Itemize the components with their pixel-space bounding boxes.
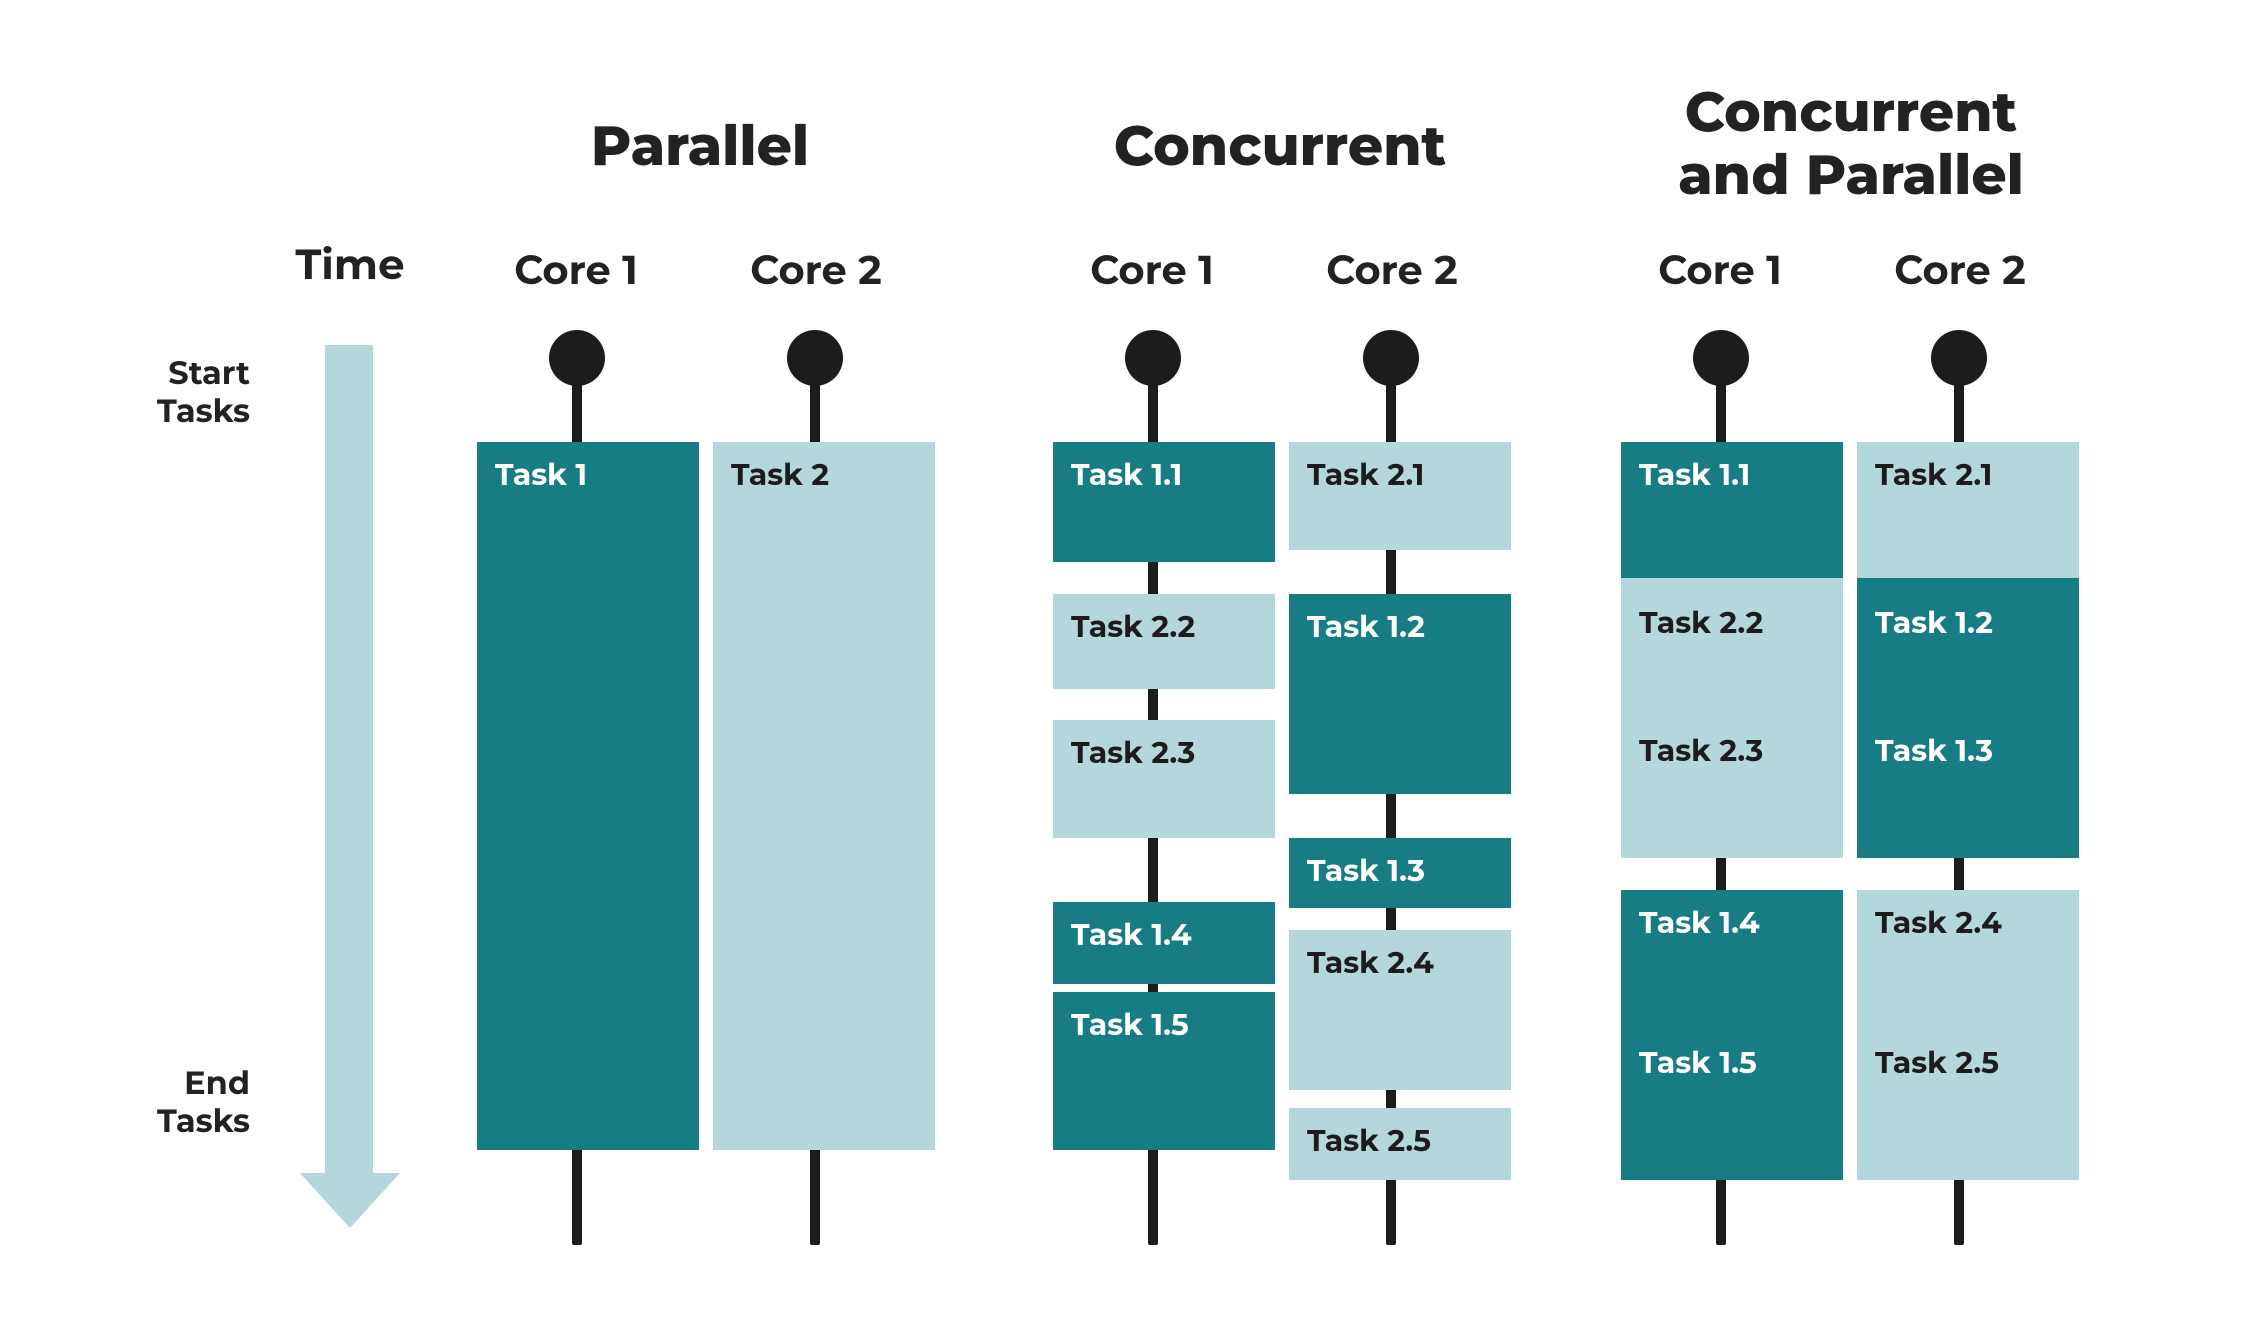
task-block: Task 2.1 [1289,442,1511,550]
timeline-dot-icon [787,330,843,386]
task-block: Task 2.5 [1289,1108,1511,1180]
timeline-dot-icon [1363,330,1419,386]
core-label: Core 2 [1870,246,2050,295]
task-block: Task 1.5 [1053,992,1275,1150]
task-block: Task 1 [477,442,699,1150]
task-block: Task 2.2 [1621,578,1843,718]
task-block: Task 1.1 [1053,442,1275,562]
timeline-dot-icon [1693,330,1749,386]
section-title-parallel: Parallel [500,112,900,179]
task-block: Task 1.4 [1621,890,1843,1030]
timeline-dot-icon [1125,330,1181,386]
time-arrow-head-icon [300,1173,400,1228]
task-block: Task 2.2 [1053,594,1275,689]
task-block: Task 2.3 [1621,718,1843,858]
start-tasks-label: Start Tasks [90,355,250,432]
time-label: Time [280,238,420,290]
task-block: Task 1.2 [1857,578,2079,718]
task-block: Task 1.2 [1289,594,1511,794]
core-label: Core 2 [1302,246,1482,295]
task-block: Task 2 [713,442,935,1150]
core-label: Core 1 [486,246,666,295]
task-block: Task 2.5 [1857,1030,2079,1180]
task-block: Task 1.3 [1289,838,1511,908]
end-tasks-label: End Tasks [90,1065,250,1142]
task-block: Task 2.3 [1053,720,1275,838]
time-arrow-body [325,345,373,1175]
task-block: Task 2.4 [1289,930,1511,1090]
core-label: Core 1 [1062,246,1242,295]
task-block: Task 2.4 [1857,890,2079,1030]
task-block: Task 1.3 [1857,718,2079,858]
section-title-concurrent-parallel: Concurrent and Parallel [1616,80,2086,207]
timeline-dot-icon [549,330,605,386]
section-title-concurrent: Concurrent [1070,112,1490,179]
task-block: Task 1.4 [1053,902,1275,984]
task-block: Task 2.1 [1857,442,2079,578]
core-label: Core 1 [1630,246,1810,295]
task-block: Task 1.1 [1621,442,1843,578]
core-label: Core 2 [726,246,906,295]
timeline-dot-icon [1931,330,1987,386]
task-block: Task 1.5 [1621,1030,1843,1180]
